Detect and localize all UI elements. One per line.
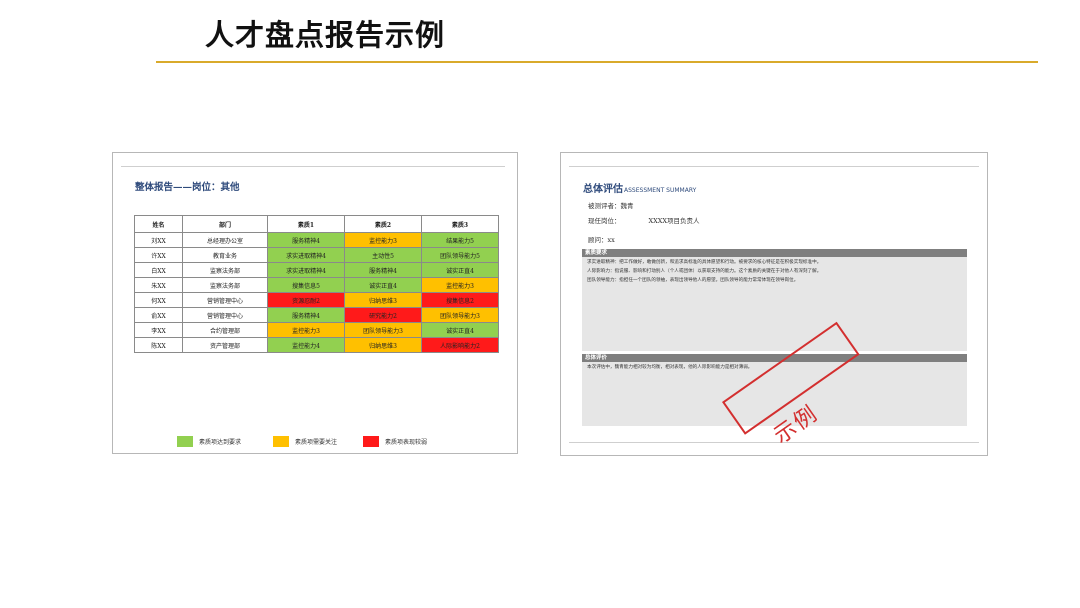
competency-cell: 诚实正直4 (344, 277, 422, 293)
table-row: 朱XX 监察法务部 搜集信息5 诚实正直4 监控能力3 (134, 277, 499, 293)
requirement-paragraph: 团队领导能力：指担任一个团队的领袖，表现出领导他人的愿望。团队领导的能力常常体现… (587, 278, 799, 283)
table-row: 陈XX 资产管理部 监控能力4 归纳思维3 人际影响能力2 (134, 337, 499, 353)
panel-top-line (121, 166, 505, 167)
position-value: XXXX项目负责人 (648, 217, 700, 225)
table-row: 许XX 教育业务 求实进取精神4 主动性5 团队领导能力5 (134, 247, 499, 263)
competency-cell: 监控能力3 (267, 322, 345, 338)
competency-cell: 监控能力4 (267, 337, 345, 353)
table-header-cell: 姓名 (134, 215, 183, 233)
competency-cell: 归纳思维3 (344, 292, 422, 308)
employee-name-cell: 李XX (134, 322, 183, 338)
competency-cell: 监控能力3 (344, 232, 422, 248)
department-cell: 资产管理部 (182, 337, 268, 353)
slide-title: 人才盘点报告示例 (205, 18, 446, 52)
competency-cell: 监控能力3 (421, 277, 499, 293)
table-header-cell: 素质2 (344, 215, 422, 233)
legend-item-weak: 素质项表现较弱 (363, 436, 427, 447)
assessment-title-en: ASSESSMENT SUMMARY (624, 187, 697, 194)
table-header-cell: 部门 (182, 215, 268, 233)
legend: 素质项达到要求 素质项需要关注 素质项表现较弱 (113, 436, 517, 448)
assessment-title-cn: 总体评估 (583, 184, 623, 195)
table-header-cell: 素质3 (421, 215, 499, 233)
table-header-row: 姓名 部门 素质1 素质2 素质3 (134, 215, 499, 233)
legend-swatch-yellow (273, 436, 289, 447)
table-row: 白XX 监察法务部 求实进取精神4 服务精神4 诚实正直4 (134, 262, 499, 278)
position-label: 现任岗位： (588, 217, 621, 225)
competency-cell: 诚实正直4 (421, 322, 499, 338)
table-row: 李XX 合约管理部 监控能力3 团队领导能力3 诚实正直4 (134, 322, 499, 338)
department-cell: 总经理办公室 (182, 232, 268, 248)
table-header-cell: 素质1 (267, 215, 345, 233)
panel-top-line (569, 166, 979, 167)
employee-name-cell: 何XX (134, 292, 183, 308)
overall-report-panel: 整体报告——岗位：其他 姓名 部门 素质1 素质2 素质3 刘XX 总经理办公室 服务精神4… (112, 152, 518, 454)
competency-cell: 服务精神4 (267, 307, 345, 323)
table-row: 何XX 营销管理中心 资源忍耐2 归纳思维3 搜集信息2 (134, 292, 499, 308)
department-cell: 监察法务部 (182, 277, 268, 293)
competency-cell: 团队领导能力3 (344, 322, 422, 338)
report-title: 整体报告——岗位：其他 (135, 182, 240, 193)
section-requirements-header: 素质要求 (582, 249, 967, 257)
legend-swatch-red (363, 436, 379, 447)
competency-cell: 结果能力5 (421, 232, 499, 248)
competency-cell: 诚实正直4 (421, 262, 499, 278)
competency-cell: 团队领导能力3 (421, 307, 499, 323)
table-row: 刘XX 总经理办公室 服务精神4 监控能力3 结果能力5 (134, 232, 499, 248)
employee-name-cell: 陈XX (134, 337, 183, 353)
employee-name-cell: 许XX (134, 247, 183, 263)
employee-name-cell: 白XX (134, 262, 183, 278)
employee-name-cell: 俞XX (134, 307, 183, 323)
assessee-line: 被测评者：魏青 (588, 202, 634, 210)
employee-name-cell: 朱XX (134, 277, 183, 293)
title-divider (156, 61, 1038, 63)
legend-item-attention: 素质项需要关注 (273, 436, 337, 447)
legend-label: 素质项达到要求 (199, 439, 242, 446)
competency-cell: 主动性5 (344, 247, 422, 263)
department-cell: 监察法务部 (182, 262, 268, 278)
talent-table: 姓名 部门 素质1 素质2 素质3 刘XX 总经理办公室 服务精神4 监控能力3 结果能力5 许X… (134, 215, 499, 353)
assessment-title: 总体评估 ASSESSMENT SUMMARY (583, 180, 696, 195)
legend-item-meets: 素质项达到要求 (177, 436, 241, 447)
section-evaluation-header: 总体评价 (582, 354, 967, 362)
competency-cell: 人际影响能力2 (421, 337, 499, 353)
competency-cell: 资源忍耐2 (267, 292, 345, 308)
section-requirements-body: 求实进取精神：把工作做好，敢做创新，和追求高标准的具体愿望和行动。被要求的核心特… (582, 257, 967, 351)
advisor-line: 顾问：xx (588, 236, 615, 244)
department-cell: 营销管理中心 (182, 292, 268, 308)
competency-cell: 搜集信息5 (267, 277, 345, 293)
employee-name-cell: 刘XX (134, 232, 183, 248)
department-cell: 教育业务 (182, 247, 268, 263)
legend-label: 素质项表现较弱 (385, 439, 428, 446)
legend-label: 素质项需要关注 (295, 439, 338, 446)
department-cell: 合约管理部 (182, 322, 268, 338)
requirement-paragraph: 人际影响力：指说服、影响和打动别人（个人或团体）以获取支持的能力。这个素质的关键… (587, 269, 822, 274)
competency-cell: 服务精神4 (267, 232, 345, 248)
competency-cell: 求实进取精神4 (267, 247, 345, 263)
position-line: 现任岗位： XXXX项目负责人 (588, 215, 700, 225)
requirement-paragraph: 求实进取精神：把工作做好，敢做创新，和追求高标准的具体愿望和行动。被要求的核心特… (587, 260, 822, 265)
panel-bottom-line (569, 442, 979, 443)
department-cell: 营销管理中心 (182, 307, 268, 323)
competency-cell: 研究能力2 (344, 307, 422, 323)
table-row: 俞XX 营销管理中心 服务精神4 研究能力2 团队领导能力3 (134, 307, 499, 323)
competency-cell: 归纳思维3 (344, 337, 422, 353)
competency-cell: 搜集信息2 (421, 292, 499, 308)
competency-cell: 服务精神4 (344, 262, 422, 278)
competency-cell: 求实进取精神4 (267, 262, 345, 278)
legend-swatch-green (177, 436, 193, 447)
competency-cell: 团队领导能力5 (421, 247, 499, 263)
